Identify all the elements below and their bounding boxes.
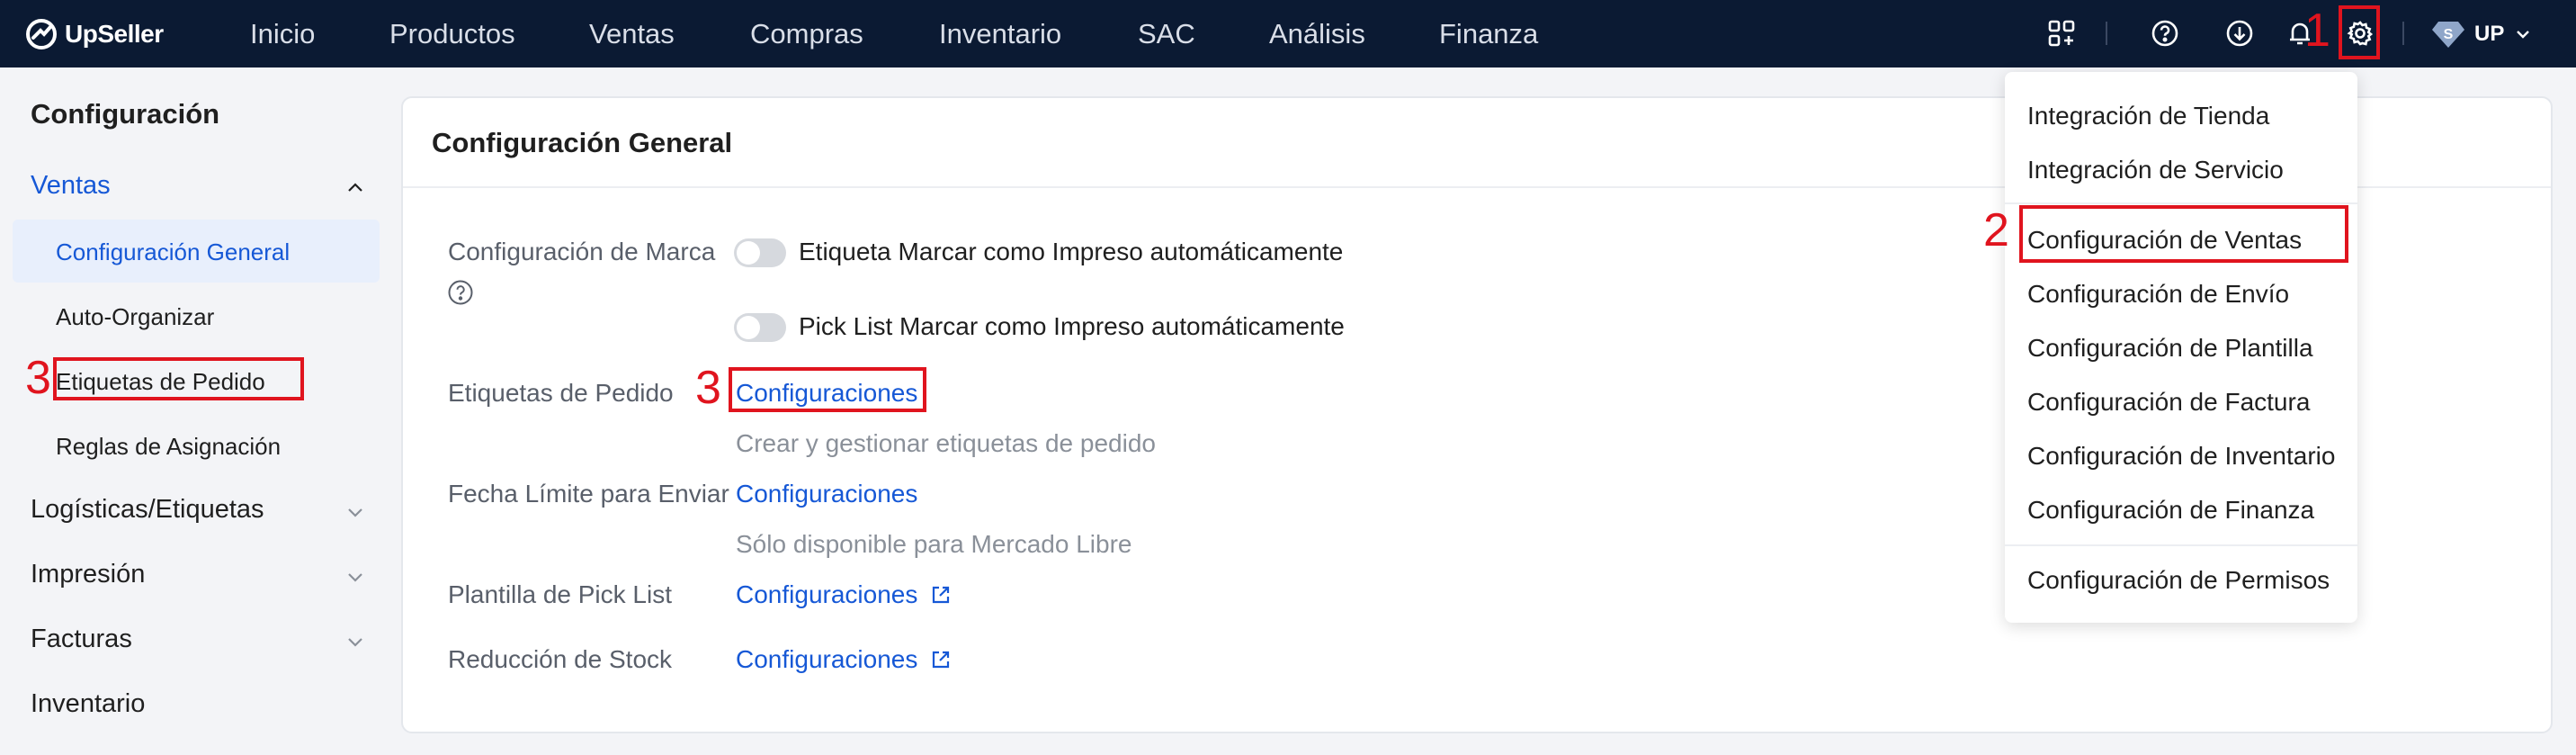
sidebar-item-reglas-de-asignacion[interactable]: Reglas de Asignación [56, 433, 281, 461]
order-tags-hint: Crear y gestionar etiquetas de pedido [736, 429, 1156, 457]
nav-compras[interactable]: Compras [750, 18, 863, 50]
nav-analisis[interactable]: Análisis [1269, 18, 1365, 50]
menu-item-shipping-settings[interactable]: Configuración de Envío [2027, 280, 2289, 309]
menu-divider [2005, 544, 2357, 546]
auto-print-label-text: Etiqueta Marcar como Impreso automáticam… [799, 238, 1344, 265]
topbar-divider [2402, 22, 2404, 45]
sidebar-group-facturas[interactable]: Facturas [31, 625, 132, 654]
ship-deadline-config-text: Configuraciones [736, 480, 918, 508]
sidebar-item-auto-organizar[interactable]: Auto-Organizar [56, 303, 214, 331]
ship-deadline-hint: Sólo disponible para Mercado Libre [736, 530, 1132, 558]
sidebar-group-ventas[interactable]: Ventas [31, 171, 111, 201]
sidebar-group-impresion[interactable]: Impresión [31, 560, 145, 589]
sidebar-title: Configuración [31, 98, 220, 130]
avatar-letter: S [2444, 27, 2454, 42]
order-tags-label: Etiquetas de Pedido [448, 379, 674, 407]
auto-print-label-toggle[interactable] [734, 238, 786, 267]
topbar-divider [2106, 22, 2107, 45]
menu-divider [2005, 202, 2357, 204]
logo-text: UpSeller [65, 20, 164, 48]
help-icon[interactable] [2147, 15, 2183, 51]
annotation-box-sidebar-order-tags [53, 357, 304, 400]
nav-inicio[interactable]: Inicio [250, 18, 315, 50]
picklist-template-config-link[interactable]: Configuraciones [736, 580, 952, 609]
external-link-icon [933, 586, 950, 604]
picklist-template-label: Plantilla de Pick List [448, 580, 673, 608]
menu-item-store-integration[interactable]: Integración de Tienda [2027, 102, 2269, 130]
sidebar-group-logisticas[interactable]: Logísticas/Etiquetas [31, 495, 264, 525]
menu-item-service-integration[interactable]: Integración de Servicio [2027, 156, 2284, 184]
stock-reduction-config-text: Configuraciones [736, 645, 918, 673]
annotation-box-order-tags-link [729, 367, 926, 412]
question-circle-icon[interactable] [446, 278, 475, 307]
menu-item-invoice-settings[interactable]: Configuración de Factura [2027, 388, 2310, 417]
menu-item-permission-settings[interactable]: Configuración de Permisos [2027, 566, 2330, 595]
settings-sidebar: Configuración Ventas Configuración Gener… [0, 67, 396, 755]
chevron-down-icon [2517, 31, 2530, 39]
annotation-box-gear [2339, 5, 2380, 59]
picklist-template-config-text: Configuraciones [736, 580, 918, 608]
chevron-down-icon[interactable] [344, 565, 367, 589]
user-avatar-icon: S [2432, 22, 2464, 48]
ship-deadline-config-link[interactable]: Configuraciones [736, 480, 917, 508]
stock-reduction-config-link[interactable]: Configuraciones [736, 645, 952, 674]
apps-grid-icon[interactable] [2044, 15, 2080, 51]
user-label: UP [2474, 22, 2505, 46]
external-link-icon [933, 651, 950, 669]
auto-print-picklist-text: Pick List Marcar como Impreso automática… [799, 312, 1345, 340]
stock-reduction-label: Reducción de Stock [448, 645, 673, 673]
ship-deadline-label: Fecha Límite para Enviar [448, 480, 729, 508]
nav-ventas[interactable]: Ventas [589, 18, 675, 50]
settings-dropdown-menu: Integración de Tienda Integración de Ser… [2005, 72, 2357, 623]
annotation-box-sales-settings [2019, 205, 2348, 263]
user-menu[interactable]: S UP [2431, 16, 2533, 52]
card-title: Configuración General [432, 127, 733, 158]
menu-item-template-settings[interactable]: Configuración de Plantilla [2027, 334, 2313, 363]
sidebar-group-inventario[interactable]: Inventario [31, 689, 145, 719]
annotation-number-3: 3 [25, 352, 51, 404]
annotation-number-1: 1 [2304, 4, 2330, 57]
nav-productos[interactable]: Productos [389, 18, 515, 50]
menu-item-inventory-settings[interactable]: Configuración de Inventario [2027, 442, 2335, 471]
annotation-number-2: 2 [1983, 204, 2009, 256]
menu-item-finance-settings[interactable]: Configuración de Finanza [2027, 496, 2314, 525]
brand-settings-label: Configuración de Marca [448, 238, 716, 265]
download-icon[interactable] [2222, 15, 2258, 51]
nav-finanza[interactable]: Finanza [1439, 18, 1538, 50]
top-navigation-bar: UpSeller Inicio Productos Ventas Compras… [0, 0, 2576, 67]
auto-print-picklist-toggle[interactable] [734, 313, 786, 342]
upseller-logo-icon [26, 19, 57, 49]
sidebar-item-configuracion-general[interactable]: Configuración General [56, 238, 290, 266]
nav-sac[interactable]: SAC [1138, 18, 1195, 50]
chevron-down-icon[interactable] [344, 500, 367, 524]
upseller-logo[interactable]: UpSeller [25, 16, 164, 52]
chevron-up-icon[interactable] [344, 176, 367, 200]
chevron-down-icon[interactable] [344, 630, 367, 653]
annotation-number-3: 3 [695, 362, 721, 414]
nav-inventario[interactable]: Inventario [939, 18, 1061, 50]
